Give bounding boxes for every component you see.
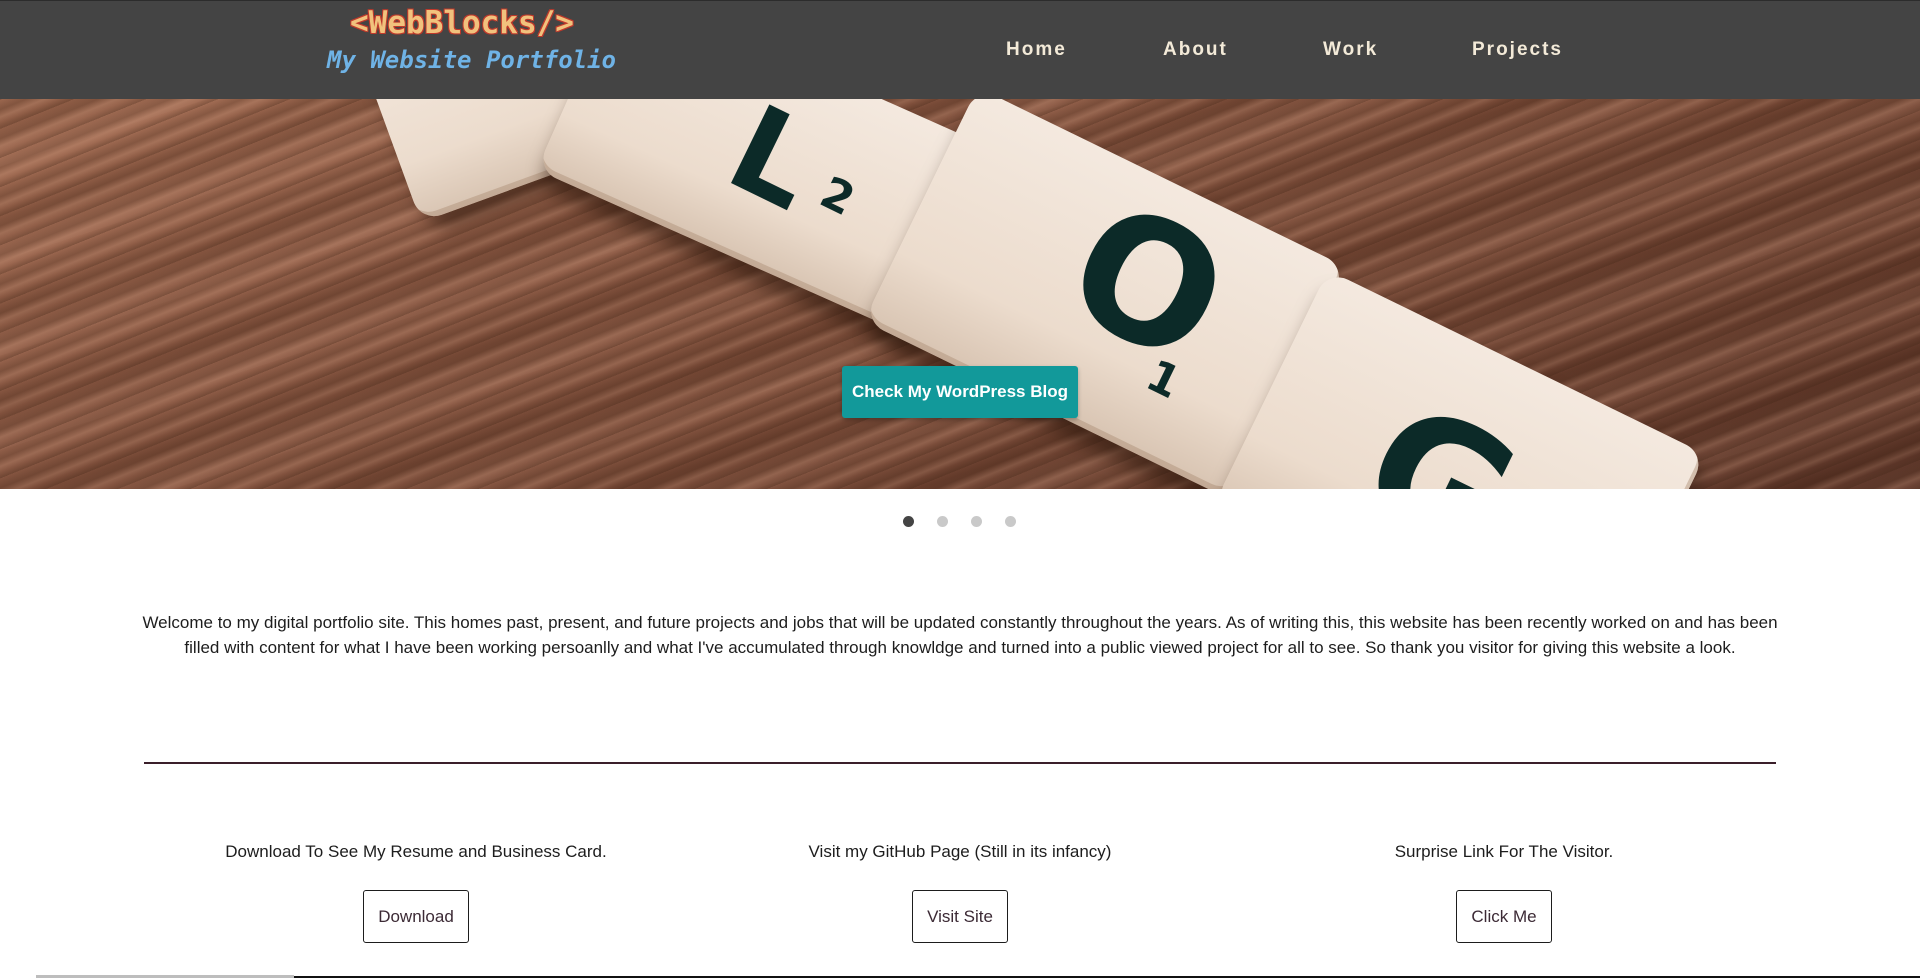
- hero-carousel: L 2 O 1 G Check My WordPress Blog: [0, 99, 1920, 489]
- visit-site-button[interactable]: Visit Site: [912, 890, 1008, 943]
- github-text: Visit my GitHub Page (Still in its infan…: [808, 842, 1112, 861]
- nav-projects[interactable]: Projects: [1472, 39, 1563, 61]
- nav-work[interactable]: Work: [1323, 39, 1378, 61]
- site-logo[interactable]: <WebBlocks/>: [350, 5, 574, 41]
- carousel-dot-1[interactable]: [903, 516, 914, 527]
- carousel-dot-4[interactable]: [1005, 516, 1016, 527]
- carousel-dot-2[interactable]: [937, 516, 948, 527]
- wordpress-blog-button[interactable]: Check My WordPress Blog: [842, 366, 1078, 418]
- resume-text: Download To See My Resume and Business C…: [225, 842, 607, 861]
- nav-about[interactable]: About: [1163, 39, 1228, 61]
- site-header: <WebBlocks/> My Website Portfolio Home A…: [0, 0, 1920, 99]
- carousel-dot-3[interactable]: [971, 516, 982, 527]
- surprise-column: Surprise Link For The Visitor. Click Me: [1244, 842, 1764, 943]
- carousel-indicators: [0, 516, 1920, 528]
- download-button[interactable]: Download: [363, 890, 469, 943]
- section-divider: [144, 762, 1776, 764]
- nav-home[interactable]: Home: [1006, 39, 1067, 61]
- main-nav: Home About Work Projects: [0, 39, 1920, 65]
- surprise-text: Surprise Link For The Visitor.: [1394, 842, 1614, 861]
- resume-column: Download To See My Resume and Business C…: [156, 842, 676, 943]
- intro-paragraph: Welcome to my digital portfolio site. Th…: [142, 613, 1778, 657]
- github-column: Visit my GitHub Page (Still in its infan…: [700, 842, 1220, 943]
- click-me-button[interactable]: Click Me: [1456, 890, 1552, 943]
